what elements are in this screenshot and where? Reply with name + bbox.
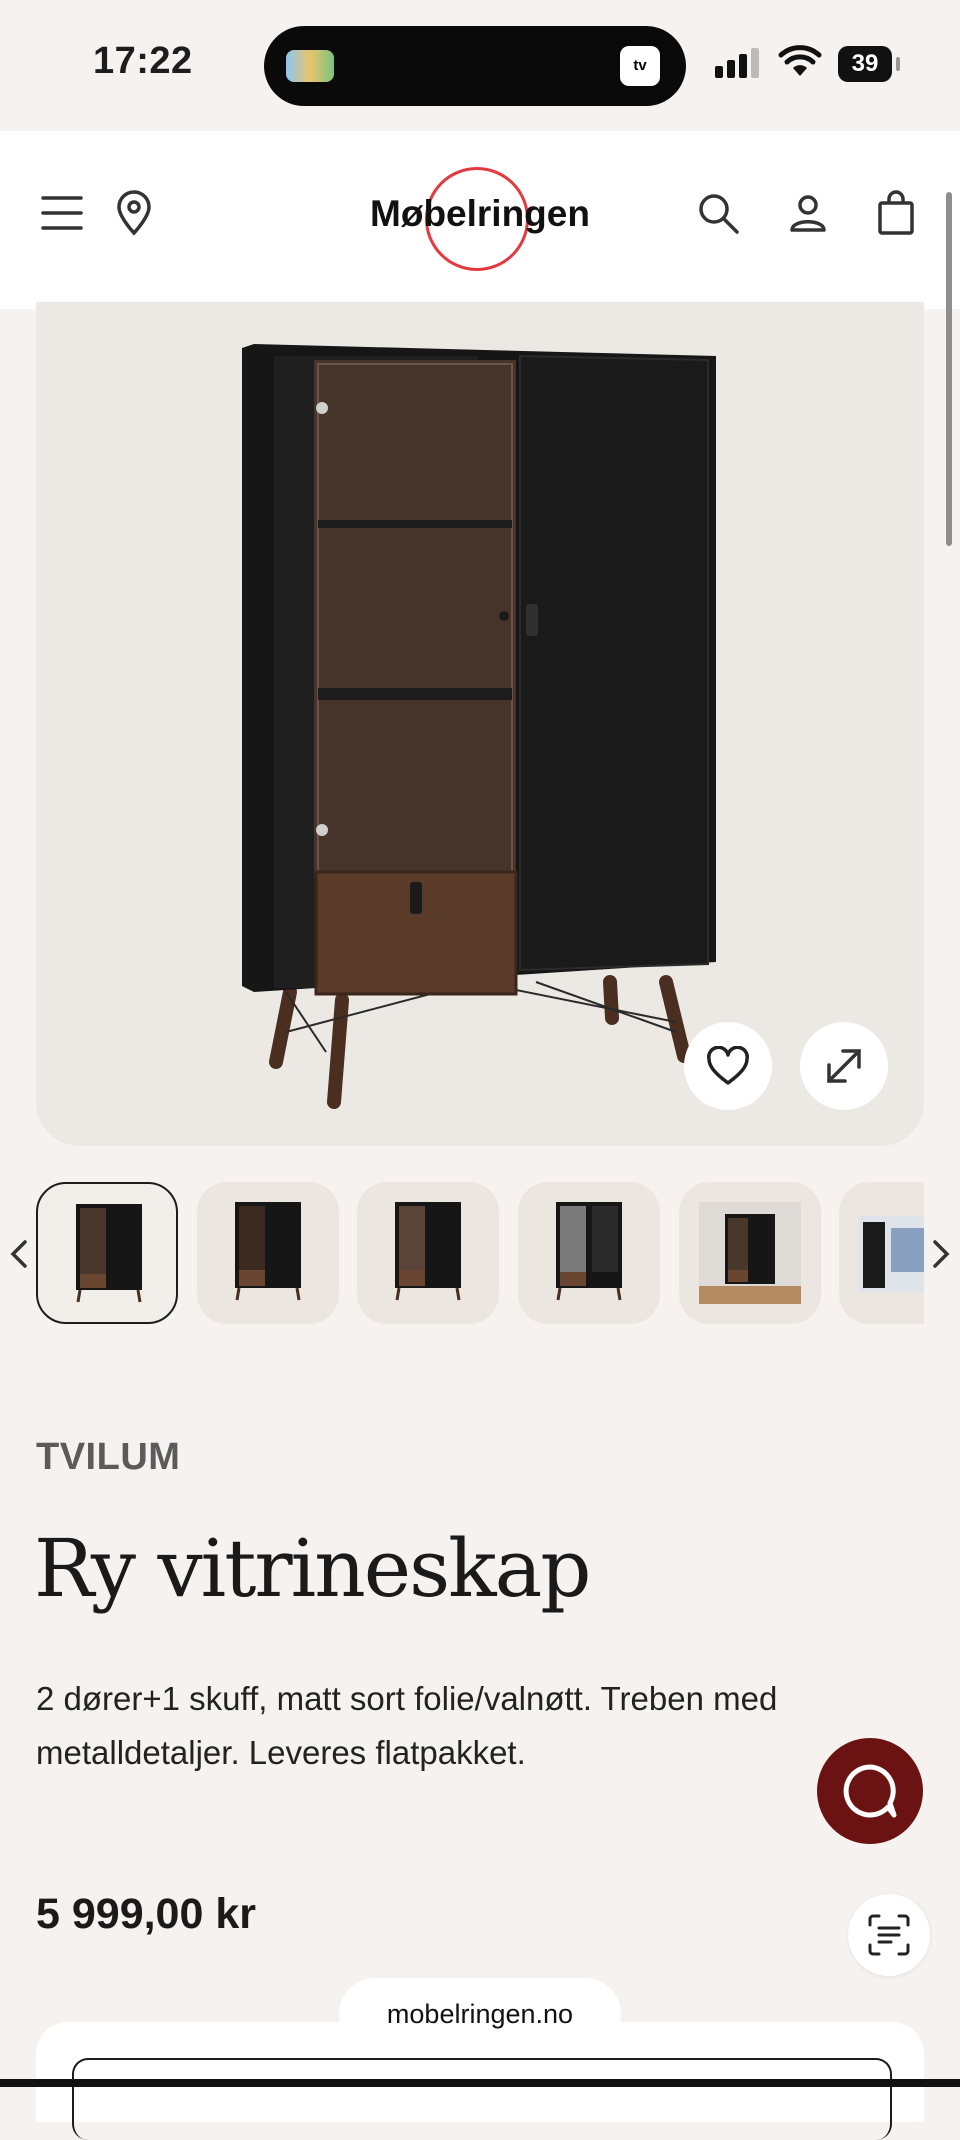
thumbnail-carousel xyxy=(0,1180,960,1328)
favorite-button[interactable] xyxy=(684,1022,772,1110)
chevron-right-icon[interactable] xyxy=(926,1232,956,1276)
dynamic-island: tv xyxy=(264,26,686,106)
thumbnail-item[interactable] xyxy=(839,1182,924,1324)
cellular-signal-icon xyxy=(715,48,763,78)
home-indicator xyxy=(0,2079,960,2087)
product-price: 5 999,00 kr xyxy=(36,1890,256,1938)
search-icon[interactable] xyxy=(688,183,748,243)
thumbnail-item[interactable] xyxy=(197,1182,339,1324)
thumbnail-item[interactable] xyxy=(357,1182,499,1324)
site-header: Møbelringen xyxy=(0,131,960,309)
product-main-image[interactable] xyxy=(36,302,924,1146)
apple-tv-icon: tv xyxy=(620,46,660,86)
chevron-left-icon[interactable] xyxy=(4,1232,34,1276)
thumbnail-item[interactable] xyxy=(518,1182,660,1324)
chat-button[interactable] xyxy=(817,1738,923,1844)
text-scan-button[interactable] xyxy=(848,1894,930,1976)
shopping-bag-icon[interactable] xyxy=(866,183,926,243)
product-brand[interactable]: TVILUM xyxy=(36,1436,180,1479)
chat-icon xyxy=(843,1764,897,1818)
user-icon[interactable] xyxy=(778,183,838,243)
thumbnail-item[interactable] xyxy=(36,1182,178,1324)
browser-url-bar[interactable]: mobelringen.no xyxy=(339,1978,621,2050)
expand-icon xyxy=(827,1049,861,1083)
heart-icon xyxy=(707,1046,749,1085)
status-time: 17:22 xyxy=(93,40,193,82)
wifi-icon xyxy=(778,45,822,76)
expand-image-button[interactable] xyxy=(800,1022,888,1110)
menu-icon[interactable] xyxy=(32,183,92,243)
product-description: 2 dører+1 skuff, matt sort folie/valnøtt… xyxy=(36,1680,778,1771)
battery-cap xyxy=(896,57,900,71)
thumbnail-item[interactable] xyxy=(679,1182,821,1324)
cabinet-illustration xyxy=(242,344,716,1109)
site-logo[interactable]: Møbelringen xyxy=(365,167,595,277)
variant-select[interactable] xyxy=(72,2058,892,2140)
location-pin-icon[interactable] xyxy=(104,183,164,243)
text-scan-icon xyxy=(868,1914,910,1956)
logo-text: Møbelringen xyxy=(370,193,590,234)
battery-icon: 39 xyxy=(838,46,892,82)
product-title: Ry vitrineskap xyxy=(34,1522,592,1615)
page-scrollbar[interactable] xyxy=(946,192,952,546)
status-bar: 17:22 tv 39 xyxy=(0,0,960,130)
island-app-icon xyxy=(286,50,334,82)
